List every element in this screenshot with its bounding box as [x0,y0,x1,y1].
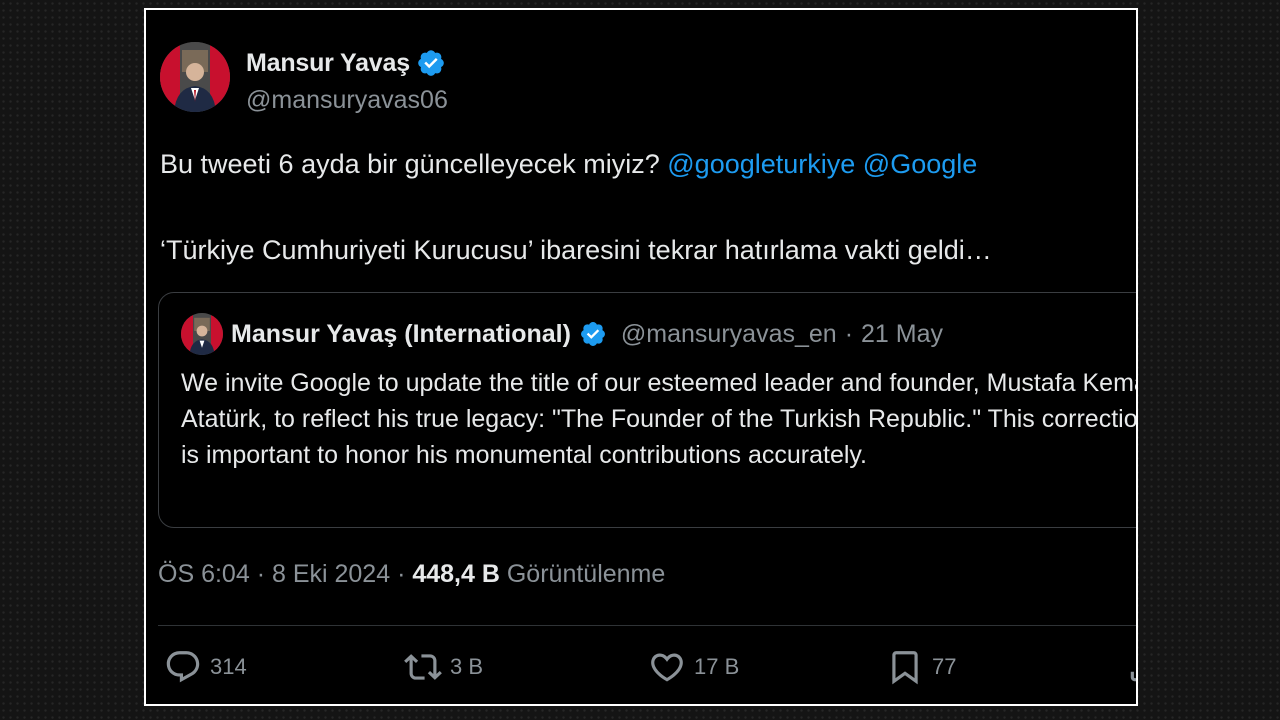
quoted-verified-badge-icon [580,322,605,346]
retweet-icon [404,654,442,680]
reply-button[interactable]: 314 [164,648,247,686]
tweet-card: Mansur Yavaş @mansuryavas06 Bu tweeti 6 … [144,8,1138,706]
quoted-tweet-header: Mansur Yavaş (International) @mansuryava… [181,313,943,355]
tweet-time[interactable]: ÖS 6:04 [158,560,250,588]
share-button[interactable] [1126,648,1136,686]
author-name-row: Mansur Yavaş [246,48,448,78]
quoted-date[interactable]: 21 May [861,320,943,349]
tweet-text-line2: ‘Türkiye Cumhuriyeti Kurucusu’ ibaresini… [160,235,992,265]
mention-google[interactable]: @Google [863,149,977,179]
share-icon [1130,661,1136,682]
quoted-separator: · [844,319,854,348]
author-name[interactable]: Mansur Yavaş [246,49,410,78]
meta-separator-1: · [256,560,266,588]
tweet-meta: ÖS 6:04 · 8 Eki 2024 · 448,4 B Görüntüle… [158,560,665,589]
views-count: 448,4 B [412,560,500,588]
meta-separator-2: · [397,560,406,588]
like-count: 17 B [694,654,740,679]
mention-googleturkiye[interactable]: @googleturkiye [667,149,855,179]
tweet-text-prefix: Bu tweeti 6 ayda bir güncelleyecek miyiz… [160,149,668,179]
retweet-button[interactable]: 3 B [404,648,483,686]
author-handle[interactable]: @mansuryavas06 [246,86,448,115]
quoted-tweet[interactable]: Mansur Yavaş (International) @mansuryava… [158,292,1138,528]
quoted-avatar-image [181,313,223,355]
tweet-text: Bu tweeti 6 ayda bir güncelleyecek miyiz… [160,146,1120,268]
reply-icon [166,651,200,683]
retweet-count: 3 B [450,654,484,679]
divider [158,625,1136,626]
like-button[interactable]: 17 B [648,648,739,686]
verified-badge-icon [418,50,444,76]
quoted-tweet-text: We invite Google to update the title of … [181,369,1138,469]
tweet-date[interactable]: 8 Eki 2024 [272,560,390,588]
action-bar: 314 3 B 17 B 77 [164,648,1136,688]
bookmark-icon [892,651,918,685]
views-label: Görüntülenme [506,560,666,588]
quoted-author-avatar[interactable] [181,313,223,355]
quoted-author-name[interactable]: Mansur Yavaş (International) [231,320,571,349]
bookmark-count: 77 [932,654,957,679]
tweet-header: Mansur Yavaş @mansuryavas06 [160,42,448,115]
quoted-author-handle[interactable]: @mansuryavas_en [621,320,837,349]
bookmark-button[interactable]: 77 [886,648,956,686]
author-avatar[interactable] [160,42,230,112]
author-names: Mansur Yavaş @mansuryavas06 [246,48,448,115]
reply-count: 314 [210,654,247,679]
heart-icon [651,653,683,682]
tweet-text-line1: Bu tweeti 6 ayda bir güncelleyecek miyiz… [160,146,1120,182]
avatar-image [160,42,230,112]
